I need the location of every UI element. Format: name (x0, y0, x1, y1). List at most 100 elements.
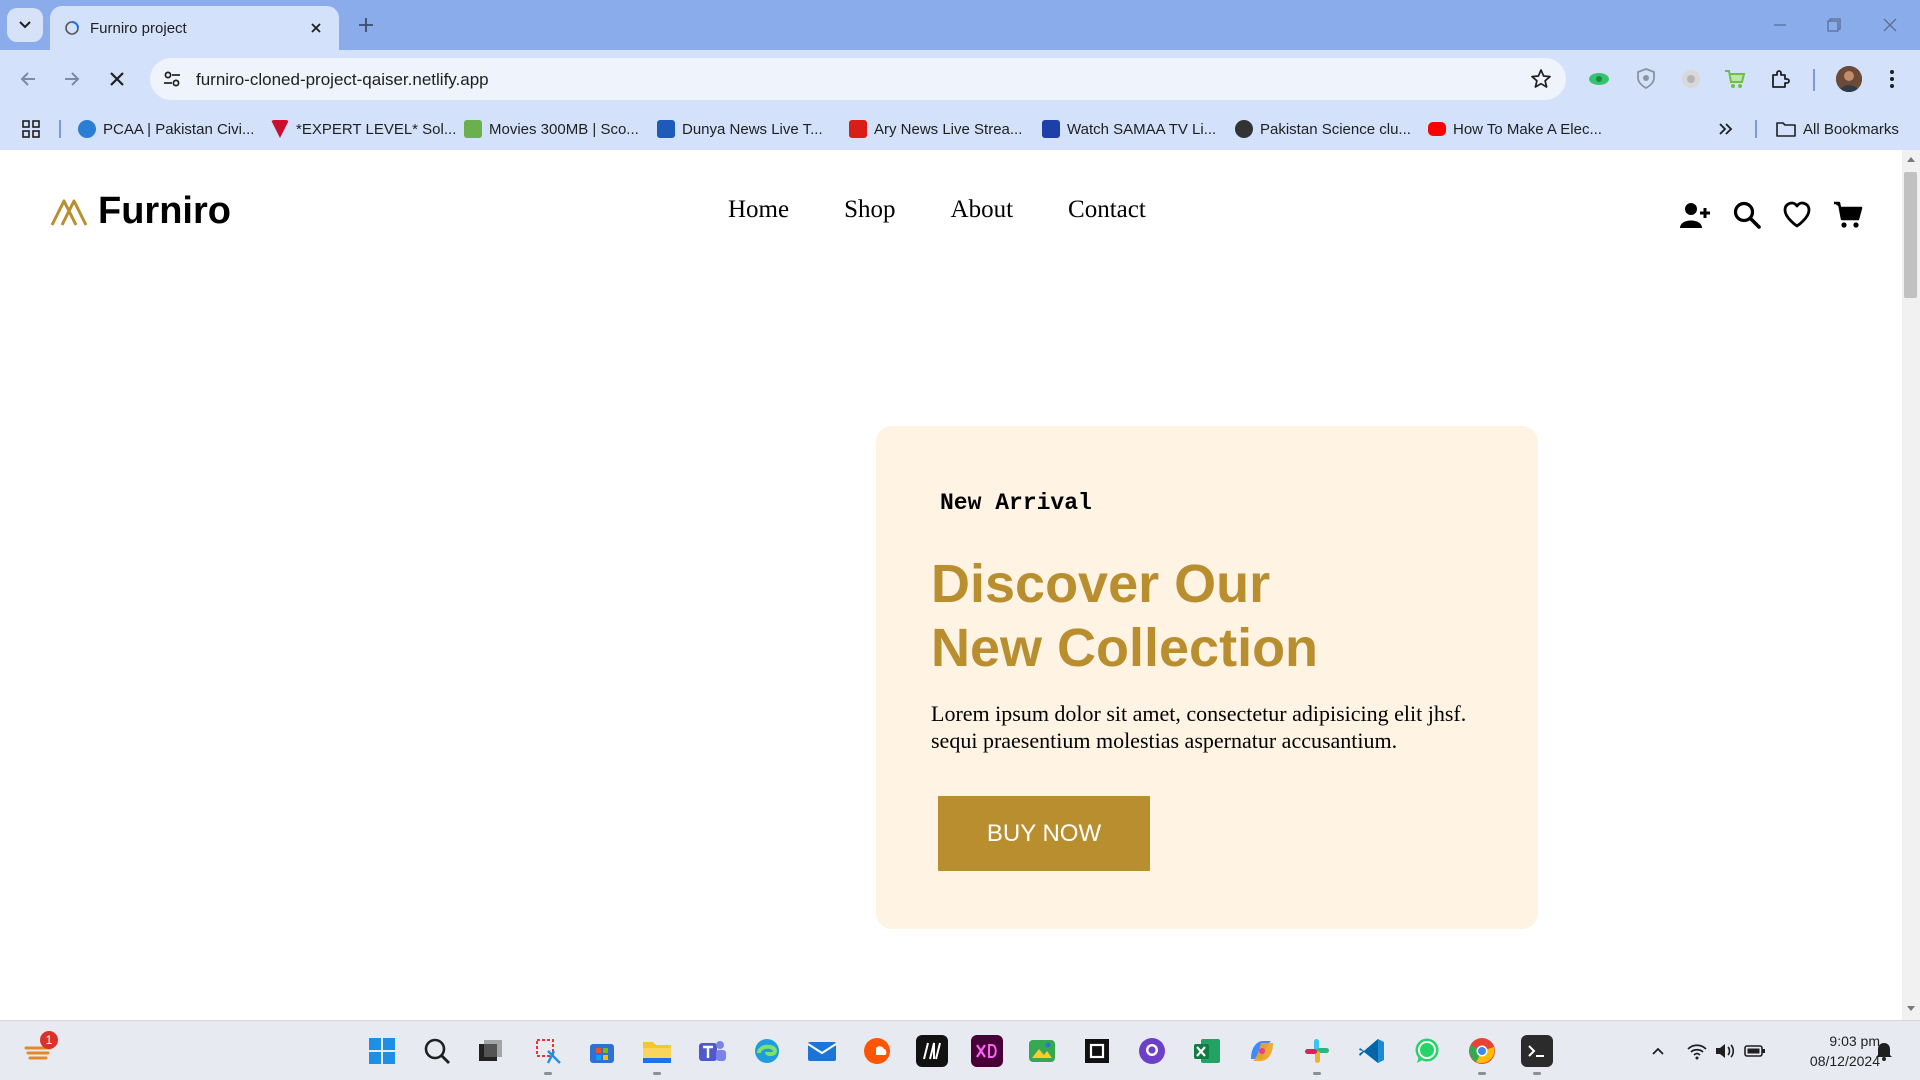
file-explorer-icon[interactable] (641, 1035, 673, 1067)
nav-shop[interactable]: Shop (844, 196, 895, 224)
bookmark-label: Watch SAMAA TV Li... (1067, 120, 1217, 138)
hero-description-line: sequi praesentium molestias aspernatur a… (931, 728, 1398, 753)
bookmark-favicon-icon (271, 120, 289, 138)
restore-icon[interactable] (1822, 14, 1846, 36)
loading-globe-icon (65, 21, 79, 35)
roblox-icon[interactable] (1081, 1035, 1113, 1067)
bookmark-star-icon[interactable] (1530, 68, 1552, 90)
bookmark-favicon-icon (1042, 120, 1060, 138)
wifi-icon[interactable] (1686, 1040, 1708, 1062)
cart-icon[interactable] (1833, 200, 1863, 230)
all-bookmarks-button[interactable]: All Bookmarks (1776, 118, 1899, 140)
volume-icon[interactable] (1714, 1040, 1736, 1062)
nav-home[interactable]: Home (728, 196, 789, 224)
scroll-down-icon[interactable] (1907, 1006, 1915, 1011)
add-user-icon[interactable] (1680, 200, 1710, 230)
back-icon[interactable] (14, 65, 42, 93)
minimize-icon[interactable] (1768, 14, 1792, 36)
bookmark-label: PCAA | Pakistan Civi... (103, 120, 255, 138)
bookmarks-separator (1755, 120, 1757, 138)
mail-icon[interactable] (806, 1035, 838, 1067)
copilot-icon[interactable] (1246, 1035, 1278, 1067)
notifications-bell-icon[interactable] (1873, 1040, 1895, 1062)
bookmark-item[interactable]: *EXPERT LEVEL* Sol... (271, 118, 456, 140)
photos-icon[interactable] (1026, 1035, 1058, 1067)
buy-now-button[interactable]: BUY NOW (938, 796, 1150, 871)
hero-title: Discover Our New Collection (931, 552, 1318, 680)
task-view-icon[interactable] (474, 1035, 506, 1067)
bookmark-label: How To Make A Elec... (1453, 120, 1602, 138)
stop-loading-icon[interactable] (103, 65, 131, 93)
extension-coupon-icon[interactable] (1678, 66, 1704, 92)
edge-icon[interactable] (751, 1035, 783, 1067)
scrollbar-thumb[interactable] (1904, 172, 1917, 298)
toolbar-separator (1813, 69, 1815, 91)
bookmark-favicon-icon (78, 120, 96, 138)
vscode-icon[interactable] (1356, 1035, 1388, 1067)
running-indicator (653, 1072, 661, 1075)
logo-text: Furniro (98, 190, 231, 232)
new-tab-icon[interactable] (354, 13, 378, 37)
site-logo[interactable]: Furniro (50, 190, 231, 233)
url-text[interactable]: furniro-cloned-project-qaiser.netlify.ap… (196, 70, 489, 90)
bookmark-label: Dunya News Live T... (682, 120, 823, 138)
active-tab[interactable]: Furniro project (50, 6, 339, 50)
apps-grid-icon[interactable] (22, 118, 40, 140)
clock-date: 08/12/2024 (1809, 1053, 1880, 1069)
extension-shield-icon[interactable] (1633, 66, 1659, 92)
bookmark-item[interactable]: Dunya News Live T... (657, 118, 823, 140)
close-window-icon[interactable] (1878, 14, 1902, 36)
chrome-icon[interactable] (1466, 1035, 1498, 1067)
extensions-puzzle-icon[interactable] (1768, 66, 1794, 92)
nav-about[interactable]: About (951, 196, 1014, 224)
bookmark-item[interactable]: How To Make A Elec... (1428, 118, 1602, 140)
bookmark-item[interactable]: Pakistan Science clu... (1235, 118, 1411, 140)
github-icon[interactable] (1136, 1035, 1168, 1067)
bookmark-item[interactable]: Watch SAMAA TV Li... (1042, 118, 1216, 140)
battery-icon[interactable] (1744, 1040, 1766, 1062)
search-icon[interactable] (1732, 200, 1762, 230)
start-icon[interactable] (366, 1035, 398, 1067)
soundcloud-icon[interactable] (861, 1035, 893, 1067)
tab-search-button[interactable] (7, 8, 43, 42)
browser-menu-icon[interactable] (1880, 66, 1904, 92)
hero-eyebrow: New Arrival (940, 490, 1092, 516)
slack-icon[interactable] (1301, 1035, 1333, 1067)
bookmark-label: *EXPERT LEVEL* Sol... (296, 120, 457, 138)
page-scrollbar[interactable] (1902, 150, 1920, 1020)
page-viewport: Furniro Home Shop About Contact New Arri… (0, 150, 1902, 1020)
system-clock[interactable]: 9:03 pm 08/12/2024 (1790, 1031, 1880, 1071)
excel-icon[interactable] (1191, 1035, 1223, 1067)
adobe-xd-icon[interactable] (971, 1035, 1003, 1067)
forward-icon[interactable] (58, 65, 86, 93)
close-tab-icon[interactable] (307, 19, 325, 37)
tab-strip: Furniro project (0, 0, 1920, 50)
bookmark-item[interactable]: Ary News Live Strea... (849, 118, 1022, 140)
show-hidden-icons-icon[interactable] (1647, 1040, 1669, 1062)
store-icon[interactable] (586, 1035, 618, 1067)
terminal-icon[interactable] (1521, 1035, 1553, 1067)
bookmark-favicon-icon (464, 120, 482, 138)
hero-card: New Arrival Discover Our New Collection … (876, 426, 1538, 929)
nav-contact[interactable]: Contact (1068, 196, 1146, 224)
main-navigation: Home Shop About Contact (728, 196, 1146, 224)
extension-eye-icon[interactable] (1586, 66, 1612, 92)
bookmark-favicon-icon (1428, 122, 1446, 136)
bookmark-favicon-icon (657, 120, 675, 138)
hero-description-line: Lorem ipsum dolor sit amet, consectetur … (931, 701, 1467, 726)
extension-cart-icon[interactable] (1722, 66, 1748, 92)
hero-title-line: Discover Our (931, 554, 1271, 614)
site-info-icon[interactable] (162, 69, 182, 89)
teams-icon[interactable] (696, 1035, 728, 1067)
bookmark-item[interactable]: Movies 300MB | Sco... (464, 118, 639, 140)
profile-avatar[interactable] (1836, 66, 1862, 92)
address-bar[interactable]: furniro-cloned-project-qaiser.netlify.ap… (150, 58, 1566, 100)
heart-icon[interactable] (1782, 200, 1812, 230)
search-taskbar-icon[interactable] (421, 1035, 453, 1067)
snipping-tool-icon[interactable] (532, 1035, 564, 1067)
notion-icon[interactable] (916, 1035, 948, 1067)
bookmark-item[interactable]: PCAA | Pakistan Civi... (78, 118, 254, 140)
whatsapp-icon[interactable] (1411, 1035, 1443, 1067)
more-bookmarks-icon[interactable] (1718, 118, 1734, 140)
scroll-up-icon[interactable] (1907, 157, 1915, 162)
